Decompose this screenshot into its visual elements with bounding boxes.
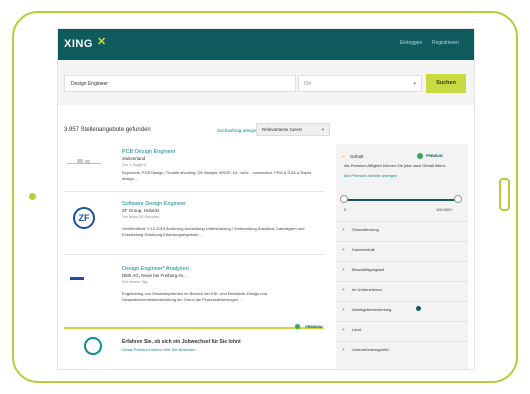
location-input[interactable]: Ort ▾ — [298, 75, 422, 92]
chevron-down-icon: ▾ — [413, 81, 416, 87]
job-item[interactable]: ZF Software Design Engineer ZF Group, Hu… — [64, 201, 324, 247]
search-input[interactable]: Design Engineer — [64, 75, 296, 92]
job-description: Veröffentlicht: 3.10.2019 Änderung Anmel… — [122, 226, 305, 237]
divider — [64, 191, 324, 192]
camera-dot — [29, 193, 36, 200]
job-company: DEB AG, Neue bei Freiburg im... — [122, 273, 188, 278]
filter-row[interactable]: + Unternehmensgröße — [336, 341, 468, 358]
filter-label: Beschäftigungsart — [352, 267, 385, 272]
premium-card-title: Erfahren Sie, ob sich ein Jobwechsel für… — [122, 339, 241, 345]
company-logo-icon — [70, 277, 84, 280]
premium-dot-icon — [295, 324, 300, 329]
premium-dot-icon — [416, 306, 421, 311]
search-area: Design Engineer Ort ▾ Suchen — [58, 60, 474, 105]
job-date: Vor einem Tag — [122, 279, 148, 284]
plus-icon: + — [342, 347, 345, 353]
slider-max-label: 100.000+ — [436, 207, 453, 212]
salary-slider[interactable] — [340, 195, 462, 203]
filter-row[interactable]: + Karrierestufe — [336, 241, 468, 258]
save-search-link[interactable]: Suchauftrag anlegen — [217, 128, 259, 133]
sort-value: Relevanteste zuerst — [262, 127, 302, 132]
job-description: Keywords: PCB Design, Trouble shooting, … — [122, 170, 311, 181]
job-item[interactable]: PCB Design Engineer Switzerland Vor 1 Ta… — [64, 149, 324, 189]
plus-icon: + — [342, 307, 345, 313]
plus-icon: + — [342, 327, 345, 333]
premium-card[interactable]: PREMIUM Erfahren Sie, ob sich ein Jobwec… — [64, 324, 324, 369]
company-logo: ZF — [64, 205, 104, 231]
home-button[interactable] — [499, 178, 510, 211]
register-link[interactable]: Registrieren — [432, 40, 459, 46]
xing-logo-mark-icon: ✕ — [97, 36, 107, 48]
job-title[interactable]: Software Design Engineer — [122, 201, 186, 207]
chevron-down-icon: ▾ — [321, 127, 324, 132]
slider-handle-min[interactable] — [340, 195, 348, 203]
job-title[interactable]: Design Engineer* Analysen — [122, 266, 189, 272]
coins-icon — [84, 337, 102, 355]
plus-icon: + — [342, 267, 345, 273]
filter-row[interactable]: + Land — [336, 321, 468, 338]
filter-row[interactable]: + Ortsentfernung — [336, 221, 468, 238]
premium-dot-icon — [417, 153, 423, 159]
filter-label: Ortsentfernung — [352, 227, 379, 232]
premium-benefits-link[interactable]: Alle Premium-Vorteile anzeigen — [344, 174, 397, 178]
salary-filter-title[interactable]: Gehalt — [350, 154, 363, 159]
login-link[interactable]: Einloggen — [400, 40, 422, 46]
sort-select[interactable]: Relevanteste zuerst ▾ — [256, 123, 330, 136]
premium-badge: PREMIUM — [426, 154, 443, 158]
salary-filter-note: Als Premium-Mitglied können Sie jetzt na… — [344, 163, 447, 168]
top-bar: XING ✕ Einloggen Registrieren — [58, 29, 474, 60]
divider — [64, 254, 324, 255]
premium-badge: PREMIUM — [305, 325, 322, 329]
filter-row[interactable]: + Arbeitgeberbewertung — [336, 301, 468, 318]
company-logo — [64, 266, 110, 292]
premium-card-link[interactable]: Gratis Premium testen Herr Sie Bewerber — [122, 347, 196, 352]
screen: XING ✕ Einloggen Registrieren Design Eng… — [58, 29, 474, 369]
salary-filter-plus-icon: – — [342, 154, 345, 160]
slider-handle-max[interactable] — [454, 195, 462, 203]
results-count: 3.957 Stellenangebote gefunden — [64, 127, 151, 133]
location-placeholder: Ort — [304, 81, 311, 87]
job-date: Vor etwa 16 Stunden — [122, 214, 160, 219]
job-title[interactable]: PCB Design Engineer — [122, 149, 176, 155]
filter-row[interactable]: + Im Unternehmen — [336, 281, 468, 298]
plus-icon: + — [342, 287, 345, 293]
company-logo — [64, 149, 104, 175]
filter-label: Karrierestufe — [352, 247, 375, 252]
plus-icon: + — [342, 247, 345, 253]
job-description: Engineering von Gesamtsystemen im Bereic… — [122, 291, 267, 302]
job-date: Vor 1 Tag(en) — [122, 162, 146, 167]
filter-label: Land — [352, 327, 361, 332]
job-company: ZF Group, Hubertz — [122, 208, 160, 213]
zf-logo-icon: ZF — [73, 207, 95, 229]
filters-panel: – Gehalt PREMIUM Als Premium-Mitglied kö… — [336, 144, 468, 369]
slider-min-label: 0 — [344, 207, 347, 212]
filter-label: Im Unternehmen — [352, 287, 382, 292]
xing-logo[interactable]: XING — [64, 38, 93, 50]
filter-label: Unternehmensgröße — [352, 347, 389, 352]
filter-row[interactable]: + Beschäftigungsart — [336, 261, 468, 278]
job-company: Switzerland — [122, 156, 146, 161]
job-item[interactable]: Design Engineer* Analysen DEB AG, Neue b… — [64, 266, 324, 312]
plus-icon: + — [342, 227, 345, 233]
filter-label: Arbeitgeberbewertung — [352, 307, 392, 312]
search-button[interactable]: Suchen — [426, 74, 466, 93]
company-logo-icon — [67, 159, 101, 164]
